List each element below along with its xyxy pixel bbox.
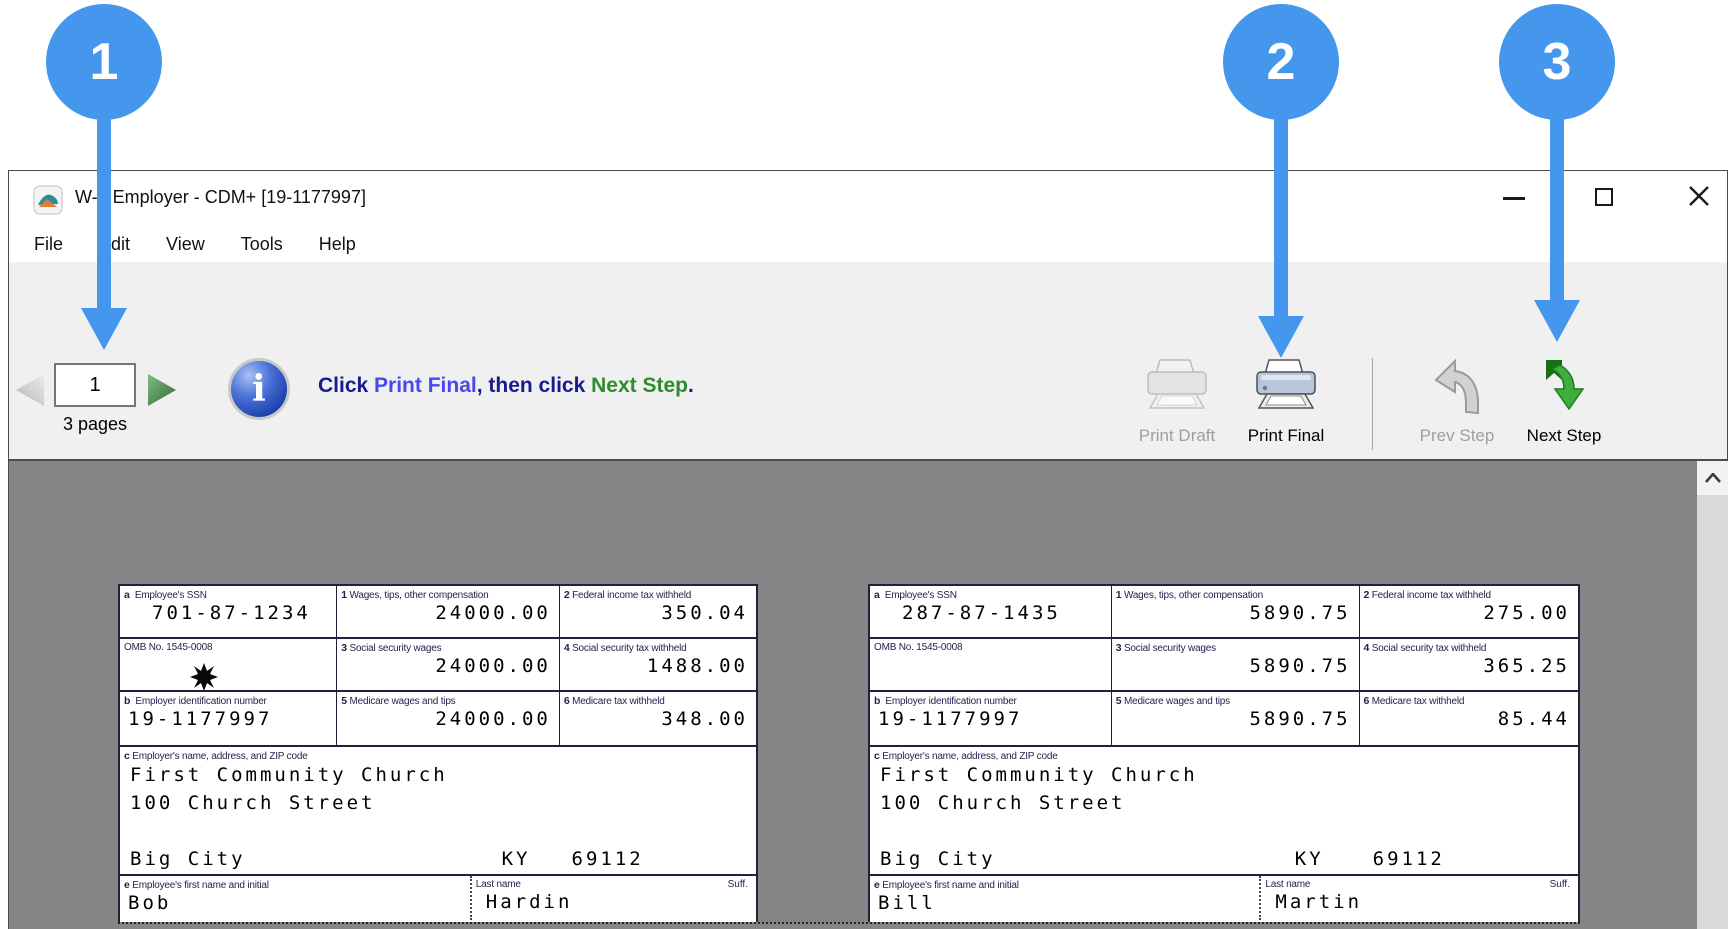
last-name-label: Last name [1261,876,1578,890]
maximize-button[interactable] [1595,188,1613,206]
next-step-icon[interactable] [1538,358,1592,416]
first-name-value: Bill [870,891,1259,915]
employer-street: 100 Church Street [880,791,1125,815]
wages-value: 24000.00 [337,601,559,625]
w2-form-right: a Employee's SSN 287-87-1435 1 Wages, ti… [868,584,1580,922]
box-a-label: a Employee's SSN [870,586,1111,601]
page-number-input[interactable] [54,363,136,407]
box-a-label: a Employee's SSN [120,586,336,601]
box-1-label: 1 Wages, tips, other compensation [1112,586,1359,601]
suffix-label: Suff. [728,879,748,890]
callout-3: 3 [1499,4,1615,120]
ein-value: 19-1177997 [120,707,336,731]
info-icon: i [228,358,290,420]
screenshot-root: W-2 Employer - CDM+ [19-1177997] File Ed… [0,0,1736,929]
prev-step-icon[interactable] [1431,358,1485,416]
fed-tax-value: 350.04 [560,601,756,625]
print-draft-button[interactable]: Print Draft [1118,426,1236,446]
print-draft-icon[interactable] [1144,358,1210,414]
box-2-label: 2 Federal income tax withheld [1360,586,1578,601]
menu-help[interactable]: Help [319,234,356,255]
box-4-label: 4 Social security tax withheld [1360,639,1578,654]
toolbar-divider [1372,358,1373,450]
print-final-icon[interactable] [1253,358,1319,414]
box-e-label: e Employee's first name and initial [120,876,470,891]
box-5-label: 5 Medicare wages and tips [337,692,559,707]
callout-1: 1 [46,4,162,120]
vertical-scrollbar[interactable] [1697,461,1728,929]
box-4-label: 4 Social security tax withheld [560,639,756,654]
fed-tax-value: 275.00 [1360,601,1578,625]
instruction-seg-next-step: Next Step [591,374,688,397]
wages-value: 5890.75 [1112,601,1359,625]
first-name-value: Bob [120,891,470,915]
ssn-value: 701-87-1234 [120,601,336,625]
box-3-label: 3 Social security wages [337,639,559,654]
last-name-value: Martin [1261,890,1578,914]
close-button[interactable] [1687,184,1711,208]
menu-view[interactable]: View [166,234,205,255]
box-2-label: 2 Federal income tax withheld [560,586,756,601]
employer-name: First Community Church [880,763,1198,787]
instruction-text: Click Print Final, then click Next Step. [318,374,694,398]
callout-2: 2 [1223,4,1339,120]
suffix-label: Suff. [1550,879,1570,890]
instruction-seg: . [688,374,694,397]
medicare-wages-value: 24000.00 [337,707,559,731]
employer-zip: 69112 [572,847,644,871]
employer-city: Big City [880,847,996,871]
ss-wages-value: 5890.75 [1112,654,1359,678]
w2-form-left: a Employee's SSN 701-87-1234 1 Wages, ti… [118,584,758,922]
print-final-button[interactable]: Print Final [1227,426,1345,446]
ssn-value: 287-87-1435 [870,601,1111,625]
prev-step-button[interactable]: Prev Step [1398,426,1516,446]
instruction-seg: , then click [477,374,591,397]
ss-tax-value: 1488.00 [560,654,756,678]
window-title: W-2 Employer - CDM+ [19-1177997] [75,187,366,208]
box-e-label: e Employee's first name and initial [870,876,1259,891]
callout-2-number: 2 [1223,4,1339,120]
omb-label: OMB No. 1545-0008 [870,639,1111,653]
box-c-label: c Employer's name, address, and ZIP code [870,747,1578,762]
minimize-button[interactable] [1503,197,1525,200]
medicare-tax-value: 348.00 [560,707,756,731]
box-c-label: c Employer's name, address, and ZIP code [120,747,756,762]
ink-blot [190,663,218,691]
ein-value: 19-1177997 [870,707,1111,731]
box-1-label: 1 Wages, tips, other compensation [337,586,559,601]
scroll-up-button[interactable] [1697,461,1728,495]
employer-state: KY [1295,847,1324,871]
last-name-label: Last name [472,876,756,890]
medicare-wages-value: 5890.75 [1112,707,1359,731]
box-b-label: b Employer identification number [120,692,336,707]
perforation-line [118,922,1580,924]
employer-city: Big City [130,847,246,871]
box-5-label: 5 Medicare wages and tips [1112,692,1359,707]
title-bar: W-2 Employer - CDM+ [19-1177997] [9,171,1727,227]
employer-state: KY [502,847,531,871]
instruction-seg: Click [318,374,374,397]
ss-wages-value: 24000.00 [337,654,559,678]
last-name-value: Hardin [472,890,756,914]
employer-street: 100 Church Street [130,791,375,815]
instruction-seg-print-final: Print Final [374,374,477,397]
box-6-label: 6 Medicare tax withheld [1360,692,1578,707]
omb-label: OMB No. 1545-0008 [120,639,336,653]
next-step-button[interactable]: Next Step [1505,426,1623,446]
callout-3-number: 3 [1499,4,1615,120]
menu-bar: File Edit View Tools Help [9,227,1727,262]
app-logo-icon [33,185,63,215]
box-6-label: 6 Medicare tax withheld [560,692,756,707]
chevron-up-icon [1705,473,1721,483]
menu-tools[interactable]: Tools [241,234,283,255]
medicare-tax-value: 85.44 [1360,707,1578,731]
employer-name: First Community Church [130,763,448,787]
page-count-label: 3 pages [40,414,150,435]
callout-1-number: 1 [46,4,162,120]
ss-tax-value: 365.25 [1360,654,1578,678]
menu-file[interactable]: File [34,234,63,255]
box-b-label: b Employer identification number [870,692,1111,707]
box-3-label: 3 Social security wages [1112,639,1359,654]
employer-zip: 69112 [1373,847,1445,871]
